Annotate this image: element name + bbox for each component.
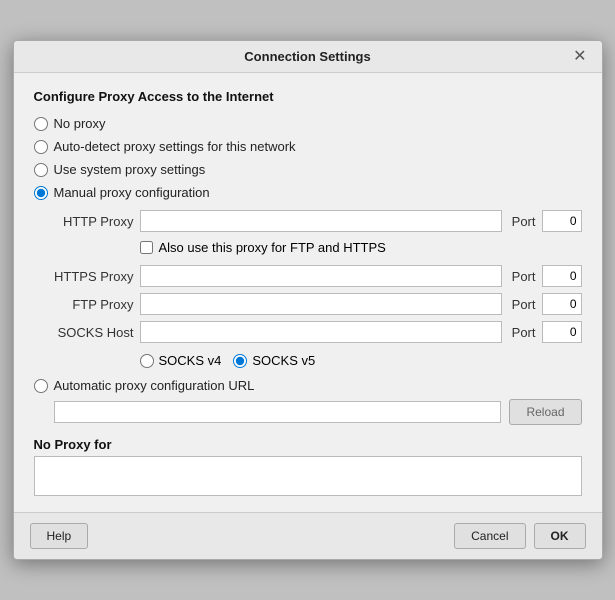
ftp-proxy-row: FTP Proxy Port: [54, 293, 582, 315]
close-button[interactable]: ✕: [568, 47, 591, 67]
socks-v5-label: SOCKS v5: [252, 353, 315, 368]
socks-v5-option[interactable]: SOCKS v5: [233, 353, 315, 368]
ftp-proxy-input[interactable]: [140, 293, 502, 315]
http-port-label: Port: [512, 214, 536, 229]
radio-auto-detect-input[interactable]: [34, 140, 48, 154]
radio-no-proxy-label: No proxy: [54, 116, 106, 131]
radio-auto-detect-label: Auto-detect proxy settings for this netw…: [54, 139, 296, 154]
socks-proxy-row: SOCKS Host Port: [54, 321, 582, 343]
no-proxy-input[interactable]: [34, 456, 582, 496]
radio-manual-proxy-input[interactable]: [34, 186, 48, 200]
ftp-port-input[interactable]: [542, 293, 582, 315]
footer-left: Help: [30, 523, 89, 549]
footer-right: Cancel OK: [454, 523, 585, 549]
dialog-content: Configure Proxy Access to the Internet N…: [14, 73, 602, 512]
help-button[interactable]: Help: [30, 523, 89, 549]
auto-proxy-url-input[interactable]: [54, 401, 502, 423]
section-title: Configure Proxy Access to the Internet: [34, 89, 582, 104]
also-use-row: Also use this proxy for FTP and HTTPS: [140, 240, 582, 255]
connection-settings-dialog: Connection Settings ✕ Configure Proxy Ac…: [13, 40, 603, 560]
http-proxy-label: HTTP Proxy: [54, 214, 134, 229]
socks-port-input[interactable]: [542, 321, 582, 343]
https-port-input[interactable]: [542, 265, 582, 287]
radio-no-proxy-input[interactable]: [34, 117, 48, 131]
radio-manual-proxy-label: Manual proxy configuration: [54, 185, 210, 200]
also-use-checkbox[interactable]: [140, 241, 153, 254]
socks-proxy-input[interactable]: [140, 321, 502, 343]
no-proxy-section: No Proxy for: [34, 437, 582, 496]
ftp-port-label: Port: [512, 297, 536, 312]
https-port-label: Port: [512, 269, 536, 284]
radio-auto-proxy-url-input[interactable]: [34, 379, 48, 393]
socks-v4-radio[interactable]: [140, 354, 154, 368]
also-use-label: Also use this proxy for FTP and HTTPS: [159, 240, 386, 255]
auto-proxy-label: Automatic proxy configuration URL: [54, 378, 255, 393]
auto-proxy-section: Automatic proxy configuration URL Reload: [34, 378, 582, 425]
cancel-button[interactable]: Cancel: [454, 523, 525, 549]
radio-system-proxy[interactable]: Use system proxy settings: [34, 162, 582, 177]
auto-proxy-url-row: Reload: [54, 399, 582, 425]
radio-no-proxy[interactable]: No proxy: [34, 116, 582, 131]
socks-v5-radio[interactable]: [233, 354, 247, 368]
socks-v4-label: SOCKS v4: [159, 353, 222, 368]
socks-version-row: SOCKS v4 SOCKS v5: [140, 353, 582, 368]
http-proxy-row: HTTP Proxy Port: [54, 210, 582, 232]
reload-button[interactable]: Reload: [509, 399, 581, 425]
manual-proxy-fields: HTTP Proxy Port Also use this proxy for …: [54, 210, 582, 368]
radio-system-proxy-input[interactable]: [34, 163, 48, 177]
dialog-title: Connection Settings: [244, 49, 370, 64]
socks-proxy-label: SOCKS Host: [54, 325, 134, 340]
radio-auto-proxy-url[interactable]: Automatic proxy configuration URL: [34, 378, 582, 393]
http-port-input[interactable]: [542, 210, 582, 232]
radio-manual-proxy[interactable]: Manual proxy configuration: [34, 185, 582, 200]
https-proxy-row: HTTPS Proxy Port: [54, 265, 582, 287]
http-proxy-input[interactable]: [140, 210, 502, 232]
ok-button[interactable]: OK: [534, 523, 586, 549]
titlebar: Connection Settings ✕: [14, 41, 602, 73]
radio-auto-detect[interactable]: Auto-detect proxy settings for this netw…: [34, 139, 582, 154]
socks-port-label: Port: [512, 325, 536, 340]
https-proxy-input[interactable]: [140, 265, 502, 287]
https-proxy-label: HTTPS Proxy: [54, 269, 134, 284]
proxy-radio-group: No proxy Auto-detect proxy settings for …: [34, 116, 582, 200]
radio-system-proxy-label: Use system proxy settings: [54, 162, 206, 177]
socks-v4-option[interactable]: SOCKS v4: [140, 353, 222, 368]
dialog-footer: Help Cancel OK: [14, 512, 602, 559]
no-proxy-for-label: No Proxy for: [34, 437, 582, 452]
ftp-proxy-label: FTP Proxy: [54, 297, 134, 312]
